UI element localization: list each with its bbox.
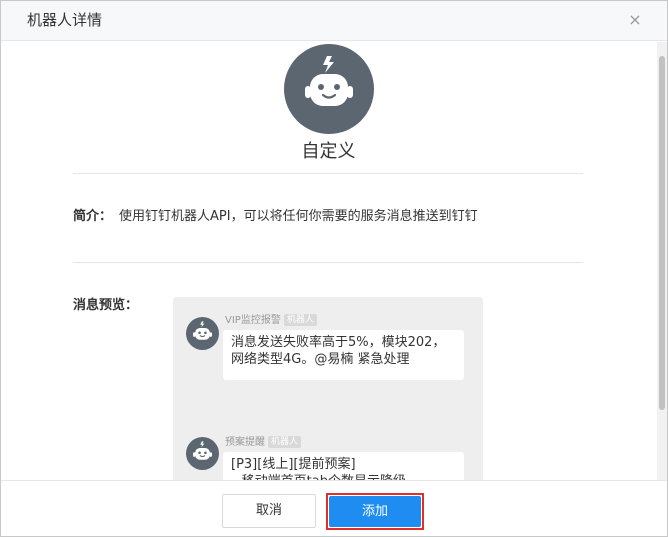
- dialog-footer: 取消 添加: [1, 480, 667, 536]
- message-bubble: [P3][线上][提前预案] – 移动端首页tab个数显示降级 – 操作人：须莫: [223, 452, 464, 480]
- divider: [73, 173, 583, 174]
- avatar: [186, 317, 219, 350]
- robot-badge: 机器人: [283, 314, 317, 326]
- robot-avatar: [284, 44, 374, 134]
- robot-icon: [305, 56, 353, 106]
- scroll-thumb[interactable]: [659, 56, 665, 410]
- scrollbar[interactable]: [657, 42, 667, 480]
- robot-icon: [192, 321, 213, 340]
- robot-icon: [192, 441, 213, 460]
- message-meta: 预案提醒 机器人: [225, 436, 302, 450]
- message-bubble: 消息发送失败率高于5%，模块202， 网络类型4G。@易楠 紧急处理: [223, 330, 464, 380]
- intro-label: 简介：: [73, 209, 113, 224]
- message-meta: VIP监控报警 机器人: [225, 314, 317, 328]
- robot-detail-dialog: 机器人详情 × 自定义 简介： 使用钉钉机器人API，可以将任何你需要的服务消息…: [0, 0, 668, 537]
- message-sender: VIP监控报警: [225, 315, 281, 326]
- robot-badge: 机器人: [268, 436, 302, 448]
- dialog-header: 机器人详情 ×: [1, 1, 667, 41]
- message-sender: 预案提醒: [225, 437, 265, 448]
- add-button[interactable]: 添加: [329, 496, 421, 527]
- avatar: [186, 437, 219, 470]
- intro-text: 使用钉钉机器人API，可以将任何你需要的服务消息推送到钉钉: [119, 209, 478, 224]
- robot-name: 自定义: [301, 141, 356, 162]
- divider: [73, 262, 583, 263]
- close-icon[interactable]: ×: [623, 9, 647, 33]
- message-preview: VIP监控报警 机器人 消息发送失败率高于5%，模块202， 网络类型4G。@易楠…: [173, 297, 483, 480]
- cancel-button[interactable]: 取消: [222, 494, 316, 528]
- preview-label: 消息预览：: [73, 298, 139, 313]
- dialog-title: 机器人详情: [27, 11, 103, 29]
- dialog-body: 自定义 简介： 使用钉钉机器人API，可以将任何你需要的服务消息推送到钉钉 消息…: [1, 42, 656, 480]
